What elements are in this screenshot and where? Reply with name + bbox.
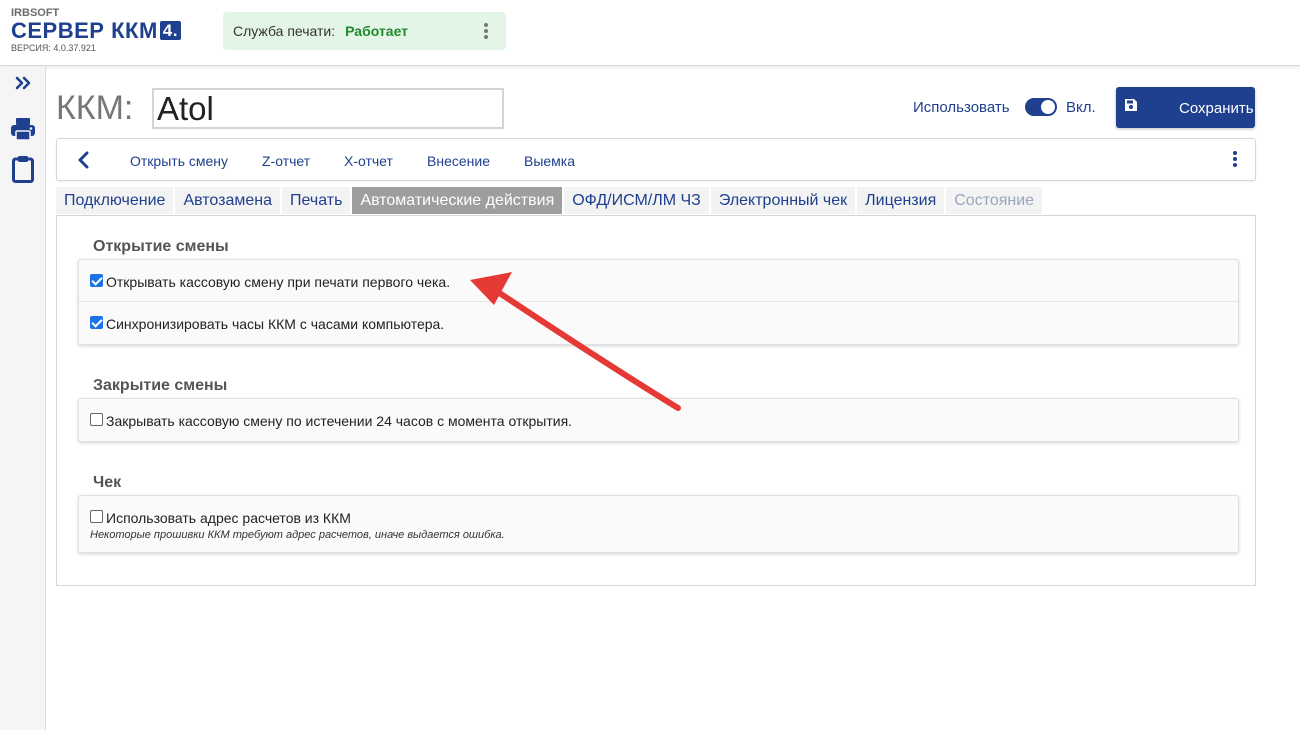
clipboard-icon [12, 156, 34, 183]
x-report-button[interactable]: X-отчет [344, 153, 393, 169]
more-options-icon[interactable] [1233, 151, 1237, 169]
receipt-card: Использовать адрес расчетов из ККМ Некот… [78, 495, 1239, 553]
tab-connection[interactable]: Подключение [56, 187, 174, 214]
cash-in-button[interactable]: Внесение [427, 153, 490, 169]
open-shift-button[interactable]: Открыть смену [130, 153, 228, 169]
tab-ofd[interactable]: ОФД/ИСМ/ЛМ ЧЗ [564, 187, 709, 214]
service-status-value: Работает [345, 23, 409, 39]
sync-clock-checkbox[interactable] [90, 316, 103, 329]
double-chevron-right-icon [15, 76, 31, 90]
sidebar-item-printers[interactable] [0, 117, 46, 141]
option-row: Закрывать кассовую смену по истечении 24… [79, 399, 1238, 441]
toggle-knob [1041, 100, 1055, 114]
save-button[interactable]: Сохранить [1116, 87, 1255, 128]
z-report-button[interactable]: Z-отчет [262, 153, 310, 169]
close-shift-after-24h-checkbox[interactable] [90, 413, 103, 426]
tab-auto-actions[interactable]: Автоматические действия [352, 187, 563, 214]
top-bar: IRBSOFT СЕРВЕР ККМ 4. ВЕРСИЯ: 4.0.37.921 … [0, 0, 1300, 66]
action-toolbar: Открыть смену Z-отчет X-отчет Внесение В… [56, 138, 1256, 181]
cash-out-button[interactable]: Выемка [524, 153, 575, 169]
open-shift-card: Открывать кассовую смену при печати перв… [78, 259, 1239, 345]
product-name: СЕРВЕР ККМ 4. [11, 19, 216, 43]
sidebar [0, 67, 46, 730]
option-hint: Некоторые прошивки ККМ требуют адрес рас… [90, 529, 505, 541]
settings-tabs: Подключение Автозамена Печать Автоматиче… [56, 187, 1256, 215]
print-service-status: Служба печати: Работает [223, 12, 506, 50]
product-title: СЕРВЕР ККМ [11, 18, 158, 43]
tab-autoreplace[interactable]: Автозамена [175, 187, 281, 214]
section-title-receipt: Чек [93, 474, 122, 491]
app-logo: IRBSOFT СЕРВЕР ККМ 4. ВЕРСИЯ: 4.0.37.921 [11, 8, 216, 58]
tab-license[interactable]: Лицензия [857, 187, 945, 214]
option-row: Открывать кассовую смену при печати перв… [79, 260, 1238, 302]
option-row: Использовать адрес расчетов из ККМ Некот… [79, 496, 1238, 552]
printer-icon [11, 118, 35, 141]
close-shift-card: Закрывать кассовую смену по истечении 24… [78, 398, 1239, 442]
app-version: ВЕРСИЯ: 4.0.37.921 [11, 43, 96, 53]
section-title-close-shift: Закрытие смены [93, 377, 228, 394]
service-menu-icon[interactable] [484, 23, 488, 39]
use-toggle[interactable] [1025, 98, 1057, 116]
sidebar-item-log[interactable] [0, 155, 46, 183]
device-name-input[interactable]: Atol [152, 88, 504, 129]
section-title-open-shift: Открытие смены [93, 238, 229, 255]
option-label: Использовать адрес расчетов из ККМ [106, 510, 351, 526]
product-version-badge: 4. [159, 21, 181, 40]
expand-sidebar-button[interactable] [0, 76, 46, 90]
use-label: Использовать [913, 99, 1010, 116]
toggle-state-label: Вкл. [1066, 99, 1096, 116]
title-row: ККМ: Atol Использовать Вкл. Сохранить [56, 87, 1256, 129]
open-shift-on-first-receipt-checkbox[interactable] [90, 274, 103, 287]
tab-print[interactable]: Печать [282, 187, 351, 214]
chevron-left-icon [78, 151, 89, 169]
option-label: Закрывать кассовую смену по истечении 24… [106, 413, 573, 429]
tab-status: Состояние [946, 187, 1043, 214]
service-label: Служба печати: [233, 23, 336, 39]
option-label: Синхронизировать часы ККМ с часами компь… [106, 316, 445, 332]
floppy-disk-icon [1125, 99, 1137, 111]
save-button-label: Сохранить [1179, 100, 1254, 117]
option-row: Синхронизировать часы ККМ с часами компь… [79, 302, 1238, 344]
auto-actions-panel: Открытие смены Открывать кассовую смену … [56, 215, 1256, 586]
option-label: Открывать кассовую смену при печати перв… [106, 274, 451, 290]
back-button[interactable] [77, 151, 89, 174]
kkm-label: ККМ: [56, 89, 134, 127]
tab-e-receipt[interactable]: Электронный чек [710, 187, 856, 214]
use-kkm-address-checkbox[interactable] [90, 510, 103, 523]
